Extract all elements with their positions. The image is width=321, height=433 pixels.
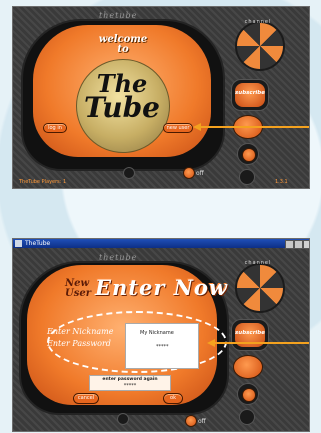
channel-label: channel	[244, 19, 272, 25]
password-again-label: enter password again	[102, 377, 158, 382]
subscribe-button[interactable]: subscribe	[231, 79, 269, 111]
cancel-button[interactable]: cancel	[73, 393, 99, 404]
info-button[interactable]	[237, 143, 259, 165]
new-user-screenshot: TheTube thetube New User Enter Now My Ni…	[12, 238, 310, 432]
password-label: Enter Password	[47, 339, 111, 348]
new-user-line-2: User	[65, 288, 91, 299]
subscribe-label: subscribe	[235, 330, 265, 336]
credentials-panel: My Nickname *****	[125, 323, 199, 369]
subscribe-label: subscribe	[235, 90, 265, 96]
window-title: TheTube	[25, 240, 51, 247]
the-tube-logo: The Tube	[77, 72, 167, 124]
title-line-2: Tube	[83, 90, 160, 124]
close-button[interactable]	[303, 240, 309, 249]
pointer-arrow-line	[201, 126, 309, 128]
welcome-screenshot: thetube welcome to The Tube log in new u…	[12, 6, 310, 189]
password-again-panel: enter password again *****	[89, 375, 171, 391]
small-knob[interactable]	[239, 409, 255, 425]
small-knob[interactable]	[239, 169, 255, 185]
channel-label: channel	[244, 260, 272, 266]
new-user-button[interactable]: new user	[163, 123, 193, 133]
maximize-button[interactable]	[294, 240, 303, 249]
channel-dial[interactable]	[235, 21, 285, 71]
nickname-label: Enter Nickname	[47, 327, 114, 336]
welcome-heading: welcome to	[73, 35, 173, 55]
info-button[interactable]	[237, 383, 259, 405]
version-label: 1.3.1	[275, 179, 288, 185]
pointer-arrow-head-icon	[207, 339, 215, 347]
off-label: off	[198, 418, 206, 425]
power-knob[interactable]	[117, 413, 129, 425]
new-user-heading: New User	[65, 279, 91, 299]
channel-dial[interactable]	[235, 263, 285, 313]
minimize-button[interactable]	[285, 240, 294, 249]
power-knob[interactable]	[123, 167, 135, 179]
enter-now-heading: Enter Now	[95, 275, 228, 300]
welcome-line-2: to	[117, 44, 129, 55]
subscribe-button[interactable]: subscribe	[231, 319, 269, 351]
off-label: off	[196, 170, 204, 177]
password-again-input[interactable]: *****	[90, 383, 170, 389]
nickname-input[interactable]: My Nickname	[140, 330, 174, 336]
login-button[interactable]: log in	[43, 123, 67, 133]
off-switch[interactable]	[185, 415, 197, 427]
ok-button[interactable]: ok	[163, 393, 183, 404]
off-switch[interactable]	[183, 167, 195, 179]
password-input[interactable]: *****	[156, 344, 169, 350]
pointer-arrow-line	[215, 342, 309, 344]
app-icon	[15, 240, 22, 247]
window-titlebar[interactable]: TheTube	[13, 239, 309, 249]
pointer-arrow-head-icon	[193, 123, 201, 131]
players-count: TheTube Players: 1	[19, 179, 67, 185]
orange-control-button[interactable]	[233, 355, 263, 379]
